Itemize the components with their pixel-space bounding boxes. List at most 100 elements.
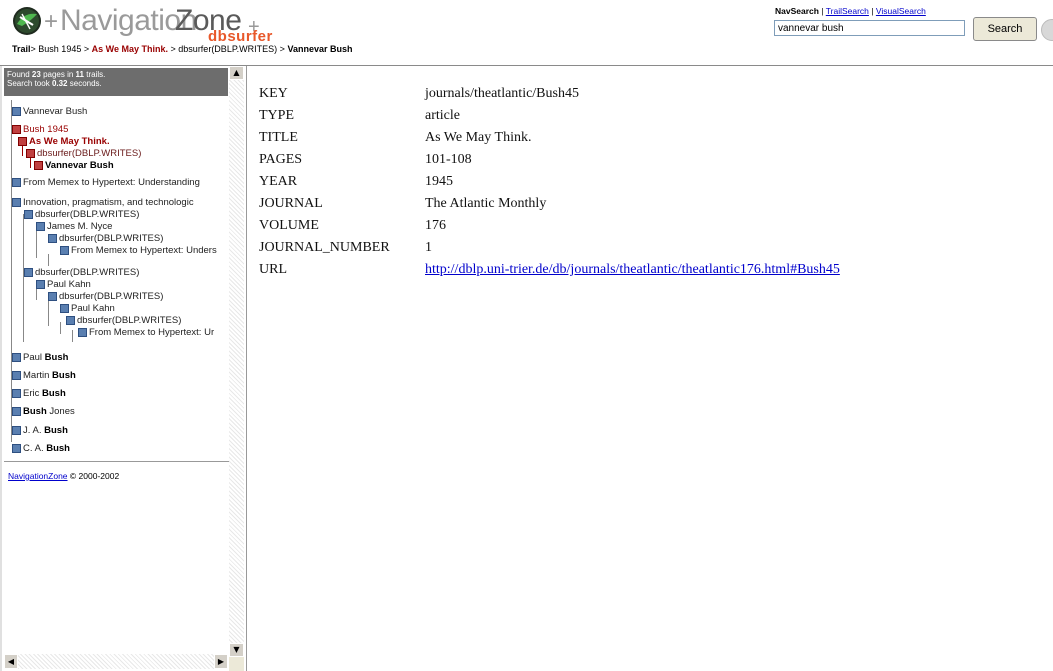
record-key: TITLE <box>259 130 298 145</box>
tree-node[interactable]: dbsurfer(DBLP.WRITES) <box>48 291 163 302</box>
tree-node[interactable]: Vannevar Bush <box>12 106 87 117</box>
tree-node-label: From Memex to Hypertext: Ur <box>89 327 215 338</box>
tree-node-label: dbsurfer(DBLP.WRITES) <box>59 233 164 244</box>
tree-connector <box>36 228 37 258</box>
tree-node-label: Paul Kahn <box>71 303 115 314</box>
tree-node[interactable]: dbsurfer(DBLP.WRITES) <box>26 148 141 159</box>
tree-node-label: Jones <box>49 406 75 417</box>
tree-node[interactable]: dbsurfer(DBLP.WRITES) <box>24 267 139 278</box>
tree-node-icon <box>12 443 21 453</box>
tree-node[interactable]: From Memex to Hypertext: Ur <box>78 327 214 338</box>
scroll-track[interactable] <box>229 80 244 657</box>
stats-trails-count: 11 <box>75 70 85 79</box>
tree-node[interactable]: Paul Kahn <box>36 279 91 290</box>
tree-node-icon <box>12 177 21 187</box>
breadcrumb-item-current[interactable]: As We May Think. <box>92 44 168 54</box>
breadcrumb-separator: > <box>83 44 90 54</box>
tree-node[interactable]: From Memex to Hypertext: Unders <box>60 245 217 256</box>
breadcrumb-item[interactable]: Bush 1945 <box>38 44 81 54</box>
tree-node-icon <box>12 406 21 416</box>
record-key: JOURNAL <box>259 196 323 211</box>
record-value: As We May Think. <box>425 130 532 145</box>
record-url-link[interactable]: http://dblp.uni-trier.de/db/journals/the… <box>425 262 840 277</box>
stats-text: seconds. <box>69 79 102 88</box>
tree-node-icon <box>12 388 21 398</box>
record-value: 1 <box>425 240 432 255</box>
tree-node[interactable]: J. A. Bush <box>12 425 68 436</box>
tree-node-label-bold: Bush <box>46 443 70 454</box>
search-stats: Found 23 pages in 11 trails. Search took… <box>4 68 228 96</box>
tree-node-label: Martin <box>23 370 50 381</box>
scroll-right-arrow-icon[interactable]: ▶ <box>214 654 228 669</box>
tree-node[interactable]: dbsurfer(DBLP.WRITES) <box>66 315 181 326</box>
tree-node-label-bold: Bush <box>44 352 69 363</box>
tree-connector <box>60 322 61 334</box>
scroll-down-arrow-icon[interactable]: ▼ <box>229 643 244 657</box>
tree-node-label-bold: Bush <box>52 370 76 381</box>
tree-node-label: Vannevar Bush <box>23 106 88 117</box>
tree-node[interactable]: Martin Bush <box>12 370 76 381</box>
search-button[interactable]: Search <box>973 17 1037 41</box>
tree-node-icon <box>48 233 57 243</box>
tree-node[interactable]: C. A. Bush <box>12 443 70 454</box>
tree-node[interactable]: Vannevar Bush <box>34 160 114 171</box>
globe-logo-icon[interactable] <box>12 6 42 36</box>
breadcrumb-separator: > <box>279 44 285 54</box>
circle-button-icon[interactable] <box>1041 19 1053 41</box>
tree-node-icon <box>12 370 21 380</box>
tree-node[interactable]: Bush Jones <box>12 406 75 417</box>
visualsearch-link[interactable]: VisualSearch <box>876 6 926 16</box>
tree-node-label: dbsurfer(DBLP.WRITES) <box>59 291 164 302</box>
tree-node[interactable]: Paul Kahn <box>60 303 115 314</box>
tree-node[interactable]: dbsurfer(DBLP.WRITES) <box>48 233 163 244</box>
tree-node[interactable]: James M. Nyce <box>36 221 112 232</box>
pane-border <box>0 66 2 671</box>
tree-node[interactable]: As We May Think. <box>18 136 110 147</box>
tree-connector <box>48 254 49 266</box>
scroll-left-arrow-icon[interactable]: ◀ <box>4 654 18 669</box>
copyright-text: © 2000-2002 <box>69 471 120 481</box>
pane-divider <box>4 461 229 462</box>
horizontal-scrollbar[interactable]: ◀ ▶ <box>4 654 228 669</box>
tree-node[interactable]: dbsurfer(DBLP.WRITES) <box>24 209 139 220</box>
logo-plus: + <box>44 8 59 35</box>
record-value: 1945 <box>425 174 453 189</box>
vertical-scrollbar[interactable]: ▲ ▼ <box>229 66 244 671</box>
tree-node-icon <box>24 267 33 277</box>
tree-node[interactable]: Bush 1945 <box>12 124 68 135</box>
tree-node-icon <box>12 197 21 207</box>
breadcrumb-item[interactable]: Vannevar Bush <box>287 44 352 54</box>
record-value: The Atlantic Monthly <box>425 196 547 211</box>
tree-node-label-bold: Bush <box>44 425 68 436</box>
record-key: JOURNAL_NUMBER <box>259 240 390 255</box>
scroll-up-arrow-icon[interactable]: ▲ <box>229 66 244 80</box>
trailsearch-link[interactable]: TrailSearch <box>826 6 869 16</box>
record-view: KEY journals/theatlantic/Bush45 TYPE art… <box>247 66 1053 671</box>
copyright-link[interactable]: NavigationZone <box>8 471 68 481</box>
tree-node[interactable]: Paul Bush <box>12 352 68 363</box>
navsearch-link: NavSearch <box>775 6 819 16</box>
tree-node-label: dbsurfer(DBLP.WRITES) <box>37 148 142 159</box>
tree-node[interactable]: Innovation, pragmatism, and technologic <box>12 197 194 208</box>
scroll-track[interactable] <box>18 654 214 669</box>
breadcrumb: Trail> Bush 1945 > As We May Think. > db… <box>12 44 352 54</box>
tree-node-label: Vannevar Bush <box>45 160 114 171</box>
tree-node-icon <box>12 352 21 362</box>
tree-node-label: dbsurfer(DBLP.WRITES) <box>77 315 182 326</box>
tree-node-label: C. A. <box>23 443 44 454</box>
tree-node[interactable]: From Memex to Hypertext: Understanding <box>12 177 200 188</box>
tree-node-icon <box>36 221 45 231</box>
logo-subtitle: dbsurfer <box>208 28 273 45</box>
tree-node-icon <box>60 245 69 255</box>
record-key: VOLUME <box>259 218 319 233</box>
tree-node-icon <box>12 425 21 435</box>
search-input[interactable] <box>774 20 965 36</box>
breadcrumb-item[interactable]: dbsurfer(DBLP.WRITES) <box>178 44 277 54</box>
tree-node-icon <box>78 327 87 337</box>
record-key: PAGES <box>259 152 303 167</box>
record-value: article <box>425 108 460 123</box>
record-value: 101-108 <box>425 152 472 167</box>
tree-node-icon <box>60 303 69 313</box>
tree-node[interactable]: Eric Bush <box>12 388 66 399</box>
tree-node-icon <box>18 136 27 146</box>
